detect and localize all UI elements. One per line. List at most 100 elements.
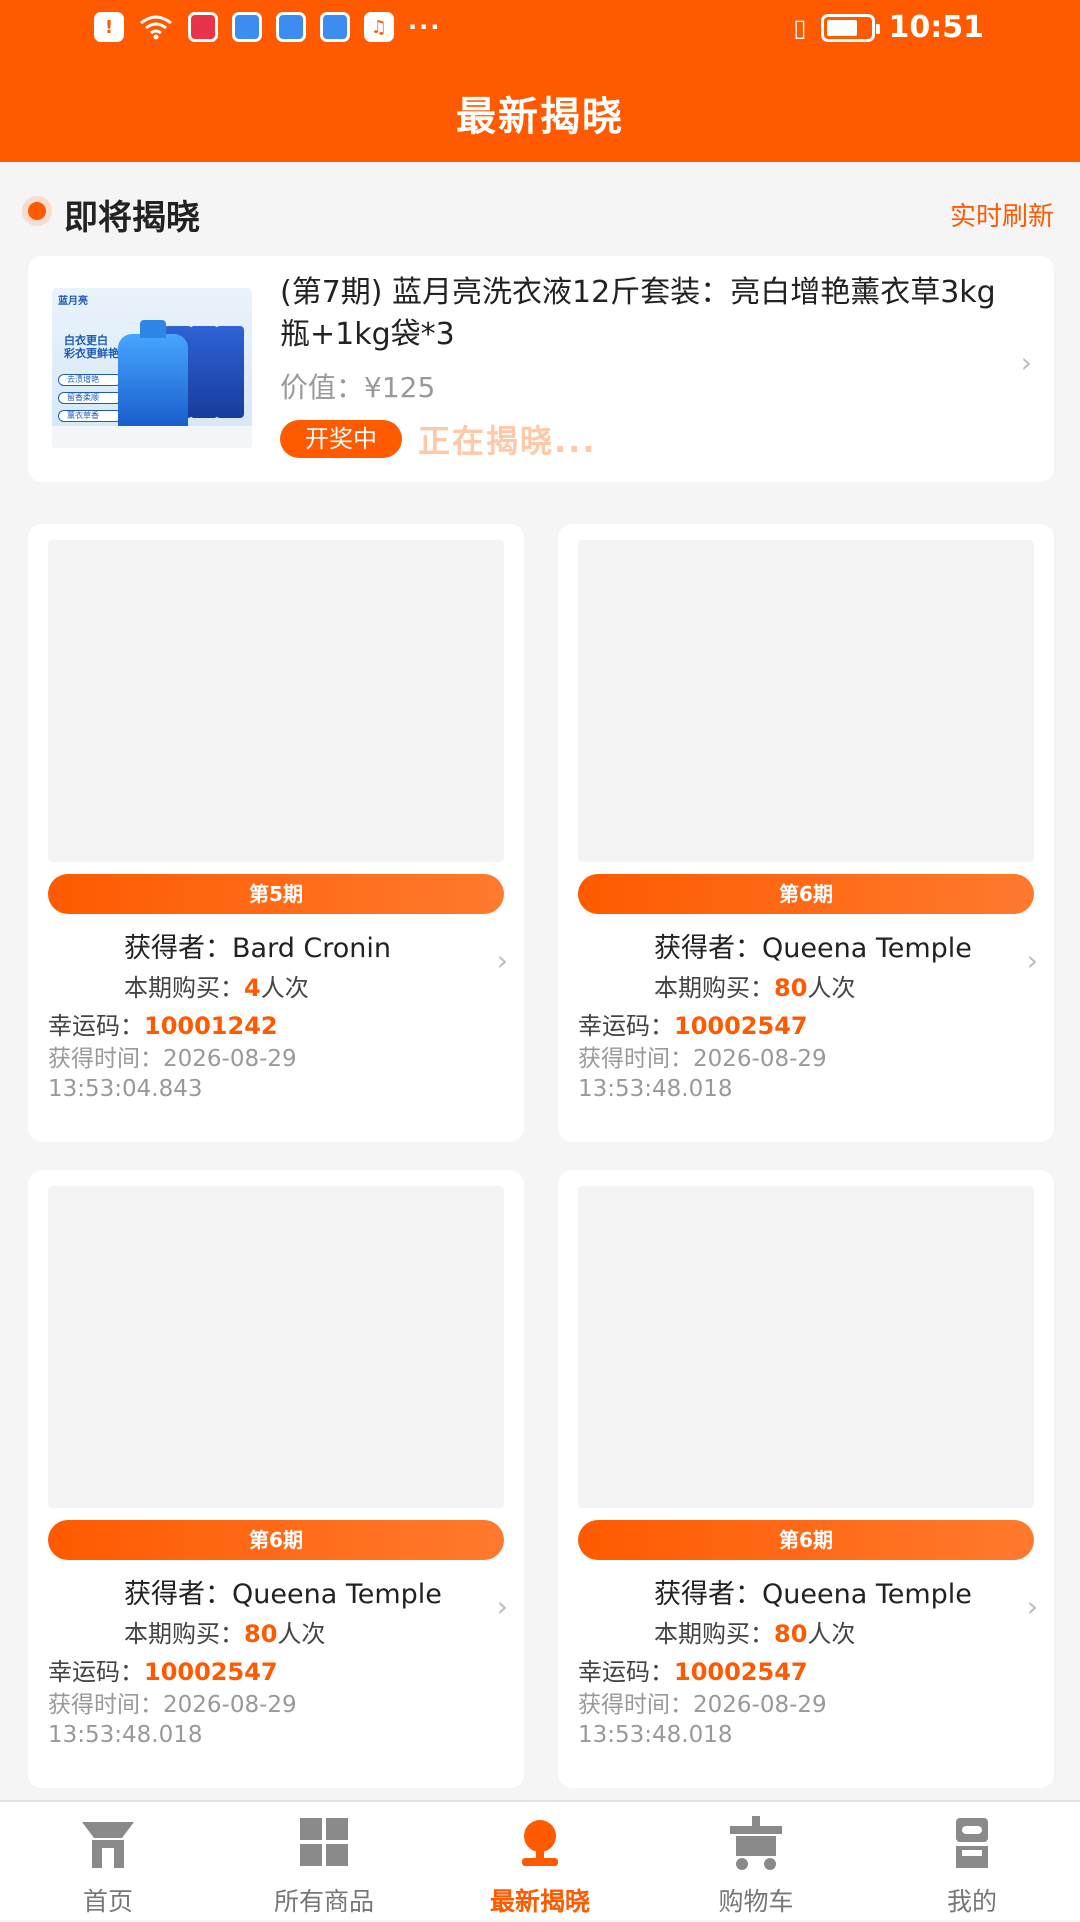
lucky-code-line: 幸运码：10002547 <box>48 1652 278 1687</box>
tab-label: 首页 <box>82 1887 133 1916</box>
period-badge: 第6期 <box>48 1520 504 1560</box>
winner-product-image <box>48 1186 504 1508</box>
winner-line: 获得者：Queena Temple <box>654 1572 972 1611</box>
tab-cart[interactable]: 购物车 <box>648 1802 864 1922</box>
bottom-tab-bar: 首页 所有商品 最新揭晓 购物车 我的 <box>0 1800 1080 1920</box>
win-time-label: 获得时间： <box>578 1692 693 1718</box>
lucky-code-label: 幸运码： <box>578 1012 674 1040</box>
purchase-line: 本期购买：80人次 <box>654 1614 855 1649</box>
product-pill-1: 去渍增艳 <box>58 374 122 386</box>
winner-product-image <box>578 1186 1034 1508</box>
chevron-right-icon: › <box>496 944 508 977</box>
lucky-code-line: 幸运码：10002547 <box>578 1006 808 1041</box>
purchase-line: 本期购买：4人次 <box>124 968 309 1003</box>
lucky-code-label: 幸运码： <box>578 1658 674 1686</box>
win-time-label: 获得时间： <box>48 1046 163 1072</box>
cart-icon <box>726 1816 786 1872</box>
winner-product-image <box>48 540 504 862</box>
winner-name: Bard Cronin <box>232 933 392 964</box>
tab-home[interactable]: 首页 <box>0 1802 216 1922</box>
chevron-right-icon: › <box>1020 346 1032 379</box>
win-time-line: 获得时间：2026-08-29 13:53:04.843 <box>48 1044 448 1104</box>
product-image-base <box>52 426 252 448</box>
product-pill-3: 薰衣草香 <box>58 410 122 422</box>
product-image: 蓝月亮 白衣更白 彩衣更鲜艳 去渍增艳 留香柔顺 薰衣草香 <box>52 288 252 448</box>
tab-profile[interactable]: 我的 <box>864 1802 1080 1922</box>
winner-card[interactable]: 第6期 获得者：Queena Temple 本期购买：80人次 幸运码：1000… <box>558 1170 1054 1788</box>
purchase-unit: 人次 <box>807 1620 856 1648</box>
winner-label: 获得者： <box>124 933 232 964</box>
chevron-right-icon: › <box>496 1590 508 1623</box>
win-time-label: 获得时间： <box>578 1046 693 1072</box>
vibrate-icon: ▯ <box>793 13 807 42</box>
purchase-label: 本期购买： <box>124 974 244 1002</box>
product-pill-2: 留香柔顺 <box>58 392 122 404</box>
winner-card[interactable]: 第6期 获得者：Queena Temple 本期购买：80人次 幸运码：1000… <box>558 524 1054 1142</box>
upcoming-value: 价值：¥125 <box>280 371 436 404</box>
section-dot-icon <box>28 202 46 220</box>
purchase-unit: 人次 <box>277 1620 326 1648</box>
battery-icon <box>820 13 880 42</box>
purchase-line: 本期购买：80人次 <box>654 968 855 1003</box>
tab-label: 所有商品 <box>273 1887 374 1916</box>
tab-latest-reveal[interactable]: 最新揭晓 <box>432 1802 648 1922</box>
winner-product-image <box>578 540 1034 862</box>
purchase-line: 本期购买：80人次 <box>124 1614 325 1649</box>
status-time: 10:51 <box>888 10 985 45</box>
purchase-count: 4 <box>244 974 261 1002</box>
winner-card[interactable]: 第5期 获得者：Bard Cronin 本期购买：4人次 幸运码：1000124… <box>28 524 524 1142</box>
status-right-icons: ▯ 10:51 <box>793 10 984 45</box>
chevron-right-icon: › <box>1026 1590 1038 1623</box>
win-time-label: 获得时间： <box>48 1692 163 1718</box>
winner-label: 获得者： <box>654 1579 762 1610</box>
chat-app-icon <box>232 12 262 42</box>
home-icon <box>78 1816 138 1872</box>
drawing-badge: 开奖中 <box>280 420 402 458</box>
music-app-icon: ♫ <box>364 12 394 42</box>
upcoming-item-card[interactable]: 蓝月亮 白衣更白 彩衣更鲜艳 去渍增艳 留香柔顺 薰衣草香 (第7期) 蓝月亮洗… <box>28 256 1054 482</box>
reveal-icon <box>510 1816 570 1872</box>
browser-app-icon <box>320 12 350 42</box>
winner-name: Queena Temple <box>232 1579 442 1610</box>
winner-label: 获得者： <box>124 1579 232 1610</box>
tab-label: 购物车 <box>718 1887 794 1916</box>
section-title: 即将揭晓 <box>64 198 200 238</box>
win-time-line: 获得时间：2026-08-29 13:53:48.018 <box>48 1690 448 1750</box>
period-badge: 第5期 <box>48 874 504 914</box>
purchase-label: 本期购买： <box>654 974 774 1002</box>
lucky-code: 10002547 <box>144 1658 278 1686</box>
grid-icon <box>294 1816 354 1872</box>
winner-card[interactable]: 第6期 获得者：Queena Temple 本期购买：80人次 幸运码：1000… <box>28 1170 524 1788</box>
slogan-line-2: 彩衣更鲜艳 <box>64 347 119 360</box>
section-header: 即将揭晓 实时刷新 <box>20 186 1060 238</box>
purchase-count: 80 <box>774 1620 808 1648</box>
lucky-code: 10002547 <box>674 1658 808 1686</box>
wifi-icon <box>138 12 174 42</box>
winner-name: Queena Temple <box>762 1579 972 1610</box>
winner-label: 获得者： <box>654 933 762 964</box>
lucky-code: 10001242 <box>144 1012 278 1040</box>
app-header: ! ♫ ··· ▯ 10:51 最新揭晓 <box>0 0 1080 162</box>
revealing-status: 正在揭晓... <box>418 422 597 460</box>
product-bag-shape <box>216 326 244 418</box>
slogan-line-1: 白衣更白 <box>64 334 108 347</box>
winner-line: 获得者：Queena Temple <box>124 1572 442 1611</box>
winner-line: 获得者：Queena Temple <box>654 926 972 965</box>
purchase-label: 本期购买： <box>124 1620 244 1648</box>
period-badge: 第6期 <box>578 874 1034 914</box>
purchase-count: 80 <box>774 974 808 1002</box>
notification-alert-icon: ! <box>94 12 124 42</box>
lucky-code-label: 幸运码： <box>48 1658 144 1686</box>
product-bag-shape <box>190 326 218 418</box>
page-title: 最新揭晓 <box>456 94 624 140</box>
lucky-code-label: 幸运码： <box>48 1012 144 1040</box>
purchase-unit: 人次 <box>260 974 309 1002</box>
game-app-icon <box>188 12 218 42</box>
purchase-count: 80 <box>244 1620 278 1648</box>
book-app-icon <box>276 12 306 42</box>
tab-label: 我的 <box>946 1887 997 1916</box>
purchase-unit: 人次 <box>807 974 856 1002</box>
product-bottle-shape <box>118 320 188 434</box>
refresh-button[interactable]: 实时刷新 <box>950 196 1054 233</box>
tab-all-products[interactable]: 所有商品 <box>216 1802 432 1922</box>
